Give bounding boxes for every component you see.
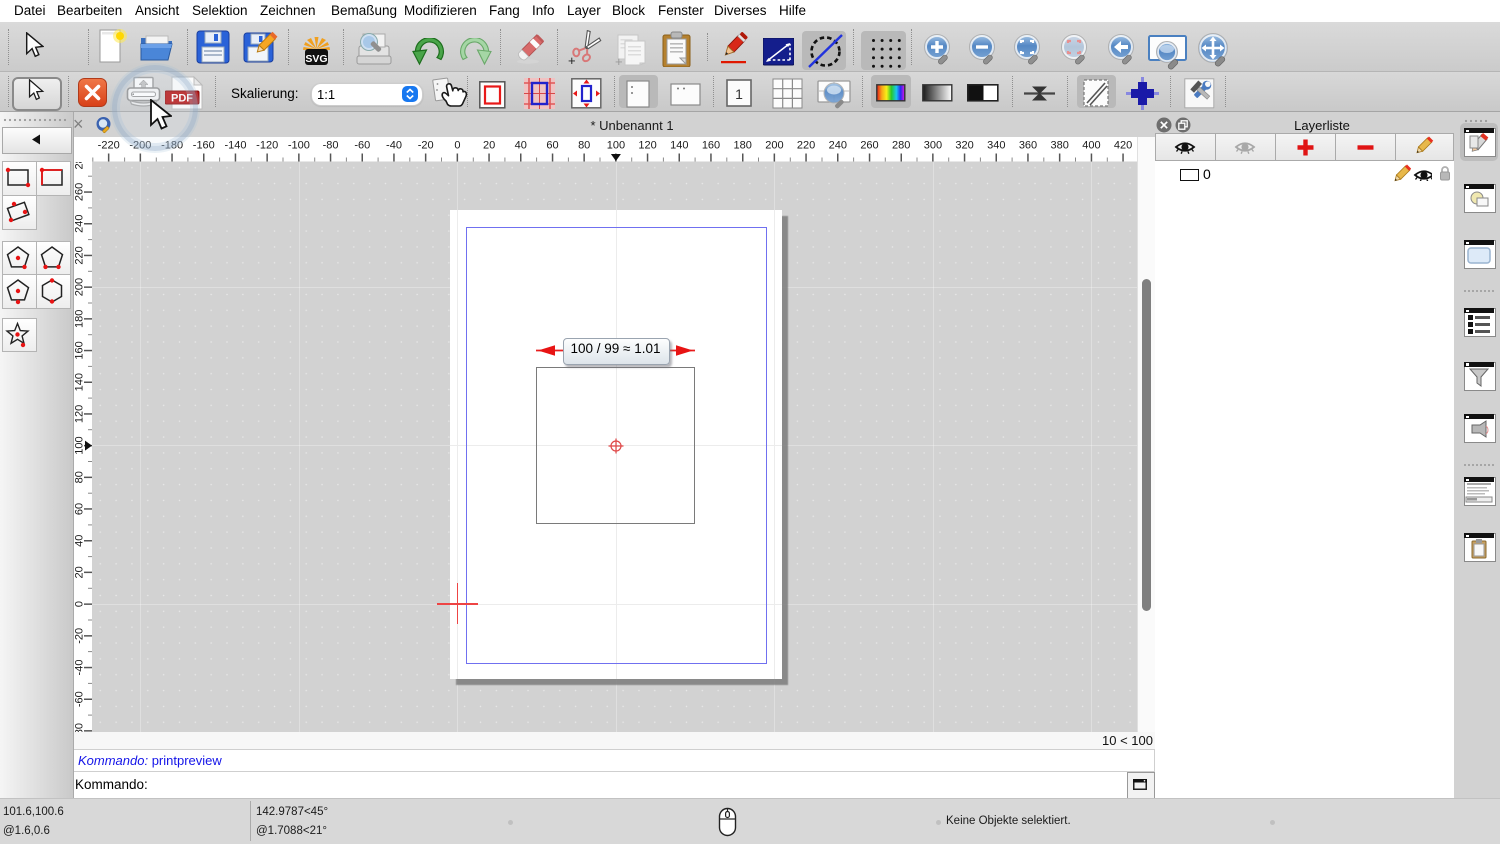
svg-text:-80: -80 (323, 140, 339, 152)
svg-text:-80: -80 (74, 722, 86, 731)
svg-text:400: 400 (1082, 140, 1100, 152)
svg-text:-60: -60 (74, 691, 86, 707)
svg-text:380: 380 (1051, 140, 1069, 152)
svg-text:-20: -20 (418, 140, 434, 152)
svg-text:340: 340 (987, 140, 1005, 152)
svg-text:-140: -140 (224, 140, 246, 152)
svg-text:-220: -220 (98, 140, 120, 152)
svg-text:240: 240 (74, 214, 86, 232)
svg-text:0: 0 (454, 140, 460, 152)
svg-text:300: 300 (924, 140, 942, 152)
svg-text:100: 100 (74, 436, 86, 454)
svg-text:180: 180 (734, 140, 752, 152)
svg-text:420: 420 (1114, 140, 1132, 152)
svg-text:+: + (615, 54, 623, 67)
svg-text:220: 220 (74, 246, 86, 264)
svg-text:100: 100 (607, 140, 625, 152)
svg-text:140: 140 (670, 140, 688, 152)
svg-text:80: 80 (74, 471, 86, 483)
svg-text:180: 180 (74, 309, 86, 327)
svg-text:-40: -40 (74, 659, 86, 675)
svg-text:SVG: SVG (305, 53, 327, 65)
svg-text:-100: -100 (288, 140, 310, 152)
svg-text:20: 20 (74, 566, 86, 578)
svg-text:40: 40 (515, 140, 527, 152)
svg-text:40: 40 (74, 534, 86, 546)
svg-text:200: 200 (765, 140, 783, 152)
svg-text:360: 360 (1019, 140, 1037, 152)
svg-text:20: 20 (483, 140, 495, 152)
svg-text:1: 1 (735, 86, 743, 102)
svg-text:240: 240 (829, 140, 847, 152)
svg-text:-60: -60 (354, 140, 370, 152)
svg-text:120: 120 (638, 140, 656, 152)
svg-text:60: 60 (546, 140, 558, 152)
svg-text:160: 160 (74, 341, 86, 359)
svg-text:120: 120 (74, 404, 86, 422)
svg-text:160: 160 (702, 140, 720, 152)
svg-text:260: 260 (74, 182, 86, 200)
svg-text:200: 200 (74, 277, 86, 295)
svg-text:-20: -20 (74, 627, 86, 643)
svg-text:-160: -160 (193, 140, 215, 152)
svg-text:0: 0 (74, 601, 86, 607)
svg-text:220: 220 (797, 140, 815, 152)
svg-text:140: 140 (74, 373, 86, 391)
svg-text:-120: -120 (256, 140, 278, 152)
svg-text:60: 60 (74, 502, 86, 514)
svg-text:280: 280 (892, 140, 910, 152)
svg-text:280: 280 (74, 162, 86, 169)
svg-text:320: 320 (955, 140, 973, 152)
svg-text:80: 80 (578, 140, 590, 152)
svg-text:-40: -40 (386, 140, 402, 152)
svg-text:260: 260 (860, 140, 878, 152)
